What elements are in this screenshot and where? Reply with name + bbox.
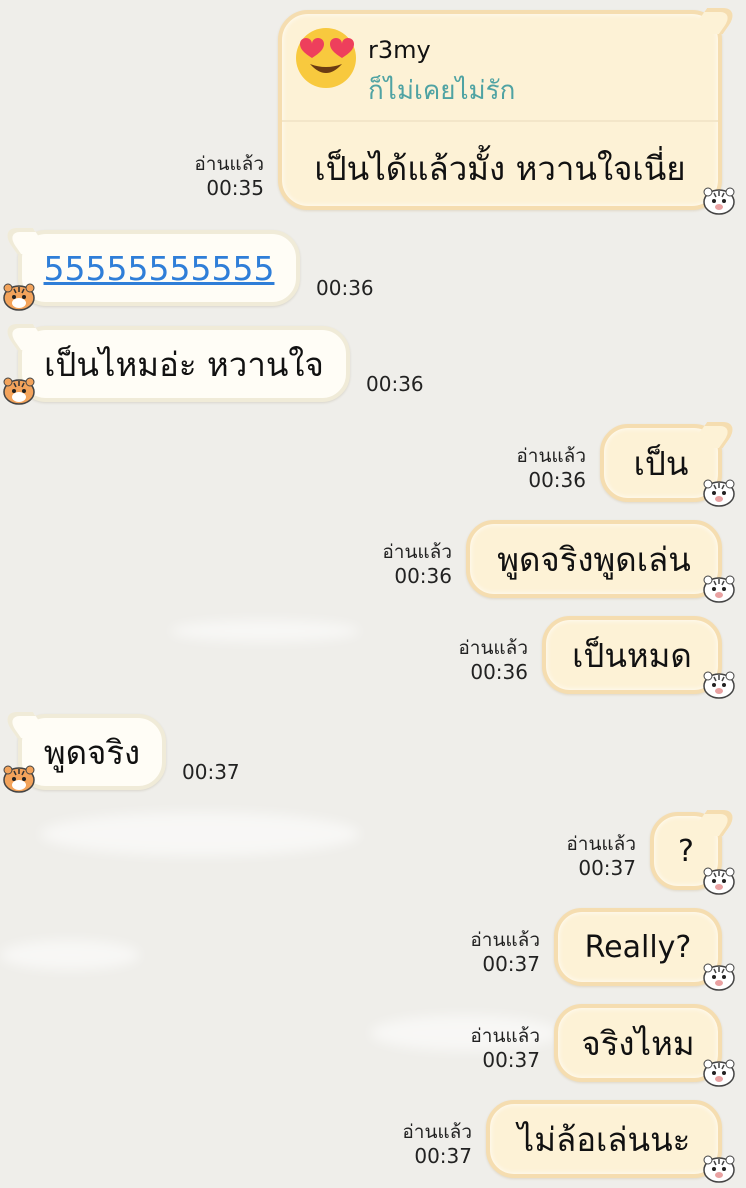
- reply-message-bubble[interactable]: r3my ก็ไม่เคยไม่รัก เป็นได้แล้วมั้ง หวาน…: [278, 8, 742, 210]
- read-label: อ่านแล้ว: [194, 153, 264, 175]
- incoming-message-bubble[interactable]: พูดจริง: [0, 712, 166, 790]
- message-time: 00:36: [528, 468, 586, 492]
- bubble-tail: [688, 422, 742, 448]
- white-tiger-face-icon: [702, 962, 736, 992]
- incoming-message-bubble[interactable]: เป็นไหมอ่ะ หวานใจ: [0, 324, 350, 402]
- reply-divider: [282, 120, 718, 122]
- message-text: พูดจริง: [43, 732, 141, 772]
- message-text: เป็นได้แล้วมั้ง หวานใจเนี่ย: [314, 149, 686, 188]
- message-time: 00:36: [316, 276, 374, 300]
- outgoing-message-bubble[interactable]: ไม่ล้อเล่นนะ: [486, 1100, 722, 1178]
- read-receipt: อ่านแล้ว 00:36: [332, 540, 452, 588]
- message-text: เป็นหมด: [572, 635, 692, 675]
- white-tiger-face-icon: [702, 478, 736, 508]
- message-text: จริงไหม: [581, 1023, 695, 1063]
- read-label: อ่านแล้ว: [470, 929, 540, 951]
- message-time: 00:37: [182, 760, 240, 784]
- message-link[interactable]: 55555555555: [44, 249, 275, 288]
- read-label: อ่านแล้ว: [402, 1121, 472, 1143]
- white-tiger-face-icon: [702, 1058, 736, 1088]
- tiger-face-icon: [2, 376, 36, 406]
- read-label: อ่านแล้ว: [382, 541, 452, 563]
- tiger-face-icon: [2, 282, 36, 312]
- read-receipt: อ่านแล้ว 00:37: [516, 832, 636, 880]
- incoming-message-bubble[interactable]: 55555555555: [0, 228, 300, 306]
- read-label: อ่านแล้ว: [470, 1025, 540, 1047]
- message-text: ไม่ล้อเล่นนะ: [517, 1119, 691, 1159]
- read-receipt: อ่านแล้ว 00:35: [124, 152, 264, 200]
- read-label: อ่านแล้ว: [516, 445, 586, 467]
- message-time: 00:37: [578, 856, 636, 880]
- read-label: อ่านแล้ว: [566, 833, 636, 855]
- cloud-decoration: [40, 812, 360, 856]
- bubble-tail: [688, 8, 742, 34]
- read-label: อ่านแล้ว: [458, 637, 528, 659]
- white-tiger-face-icon: [702, 670, 736, 700]
- message-time: 00:37: [414, 1144, 472, 1168]
- message-time: 00:36: [470, 660, 528, 684]
- outgoing-message-bubble[interactable]: จริงไหม: [554, 1004, 722, 1082]
- bubble-tail: [0, 228, 52, 254]
- quoted-message-text: ก็ไม่เคยไม่รัก: [368, 76, 516, 106]
- white-tiger-face-icon: [702, 1154, 736, 1184]
- white-tiger-face-icon: [702, 866, 736, 896]
- white-tiger-face-icon: [702, 574, 736, 604]
- message-text: Really?: [584, 929, 692, 965]
- message-time: 00:35: [206, 176, 264, 200]
- read-receipt: อ่านแล้ว 00:37: [420, 1024, 540, 1072]
- message-time: 00:37: [482, 952, 540, 976]
- cloud-decoration: [170, 620, 360, 642]
- white-tiger-face-icon: [702, 186, 736, 216]
- read-receipt: อ่านแล้ว 00:37: [420, 928, 540, 976]
- outgoing-message-bubble[interactable]: พูดจริงพูดเล่น: [466, 520, 722, 598]
- outgoing-message-bubble[interactable]: Really?: [554, 908, 722, 986]
- read-receipt: อ่านแล้ว 00:36: [466, 444, 586, 492]
- message-text: พูดจริงพูดเล่น: [497, 539, 691, 579]
- message-time: 00:37: [482, 1048, 540, 1072]
- message-time: 00:36: [366, 372, 424, 396]
- quoted-sender-name: r3my: [368, 36, 431, 64]
- tiger-face-icon: [2, 764, 36, 794]
- message-time: 00:36: [394, 564, 452, 588]
- message-text: เป็น: [633, 443, 689, 483]
- message-text: ?: [678, 833, 694, 869]
- read-receipt: อ่านแล้ว 00:36: [408, 636, 528, 684]
- cloud-decoration: [0, 940, 140, 970]
- message-text: เป็นไหมอ่ะ หวานใจ: [44, 344, 324, 384]
- bubble-tail: [688, 810, 742, 836]
- read-receipt: อ่านแล้ว 00:37: [352, 1120, 472, 1168]
- heart-eyes-emoji-icon: [296, 28, 356, 88]
- outgoing-message-bubble[interactable]: เป็นหมด: [542, 616, 722, 694]
